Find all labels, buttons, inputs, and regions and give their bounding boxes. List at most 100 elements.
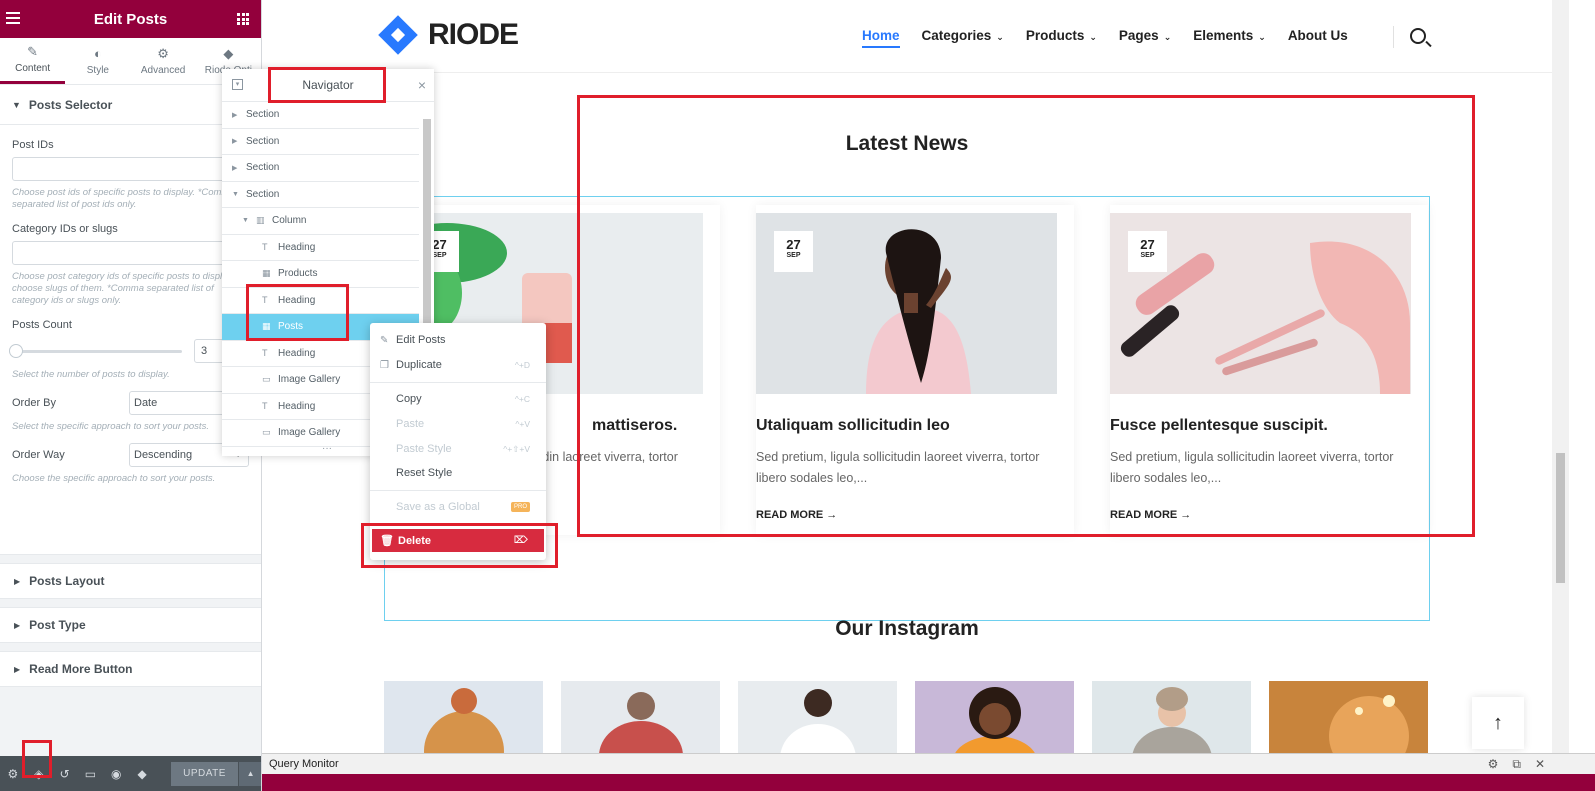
read-more-link[interactable]: READ MORE → xyxy=(756,509,837,521)
caret-down-icon[interactable]: ▼ xyxy=(232,191,242,198)
menu-item-reset-style[interactable]: Reset Style xyxy=(370,461,546,485)
shortcut: ^+C xyxy=(514,394,530,404)
scrollbar-thumb[interactable] xyxy=(1556,453,1565,583)
navigator-item-section[interactable]: ▶ Section xyxy=(222,102,419,129)
read-more-link[interactable]: READ MORE → xyxy=(1110,509,1191,521)
instagram-image[interactable] xyxy=(1269,681,1428,756)
caret-right-icon[interactable]: ▶ xyxy=(232,164,242,172)
navigator-item-label: Section xyxy=(246,162,280,174)
menu-item-paste-style[interactable]: Paste Style ^+⇧+V xyxy=(370,437,546,461)
update-button[interactable]: UPDATE xyxy=(171,761,239,786)
menu-item-save-global[interactable]: Save as a Global PRO xyxy=(370,495,546,519)
menu-label: Paste Style xyxy=(396,443,452,455)
navigator-item-section[interactable]: ▶ Section xyxy=(222,129,419,155)
caret-down-icon[interactable]: ▼ xyxy=(242,217,252,224)
page-scrollbar[interactable] xyxy=(1552,0,1569,756)
grid-icon: ▦ xyxy=(262,321,271,332)
menu-label: Delete xyxy=(398,534,432,547)
menu-item-duplicate[interactable]: ❐ Duplicate ^+D xyxy=(370,353,546,377)
preview-eye-icon[interactable]: ◉ xyxy=(103,756,129,791)
post-card[interactable]: 27 SEP Utaliquam sollicitudin leo Sed pr… xyxy=(756,205,1074,535)
instagram-image[interactable] xyxy=(1092,681,1251,756)
menu-item-delete[interactable]: 🗑 Delete ⌦ xyxy=(372,529,544,552)
arrow-right-icon: → xyxy=(1180,509,1192,521)
category-label: Category IDs or slugs xyxy=(12,223,118,235)
menu-item-edit[interactable]: ✎ Edit Posts xyxy=(370,328,546,352)
riode-diamond-icon[interactable]: ◆ xyxy=(129,756,155,791)
menu-label: Paste xyxy=(396,418,425,430)
post-title[interactable]: mattiseros. xyxy=(592,417,677,435)
popout-icon[interactable]: ⧉ xyxy=(1512,757,1521,772)
site-logo[interactable]: RIODE xyxy=(378,15,519,55)
tab-label: Advanced xyxy=(140,64,186,76)
menu-item-pages[interactable]: Pages ⌄ xyxy=(1119,28,1171,48)
caret-right-icon[interactable]: ▶ xyxy=(232,111,242,119)
menu-label: Reset Style xyxy=(396,467,453,479)
query-monitor-label[interactable]: Query Monitor xyxy=(269,758,339,770)
menu-item-about-us[interactable]: About Us xyxy=(1288,28,1348,48)
navigator-item-heading[interactable]: T Heading xyxy=(222,288,419,314)
search-icon[interactable] xyxy=(1410,28,1426,44)
post-card[interactable]: 27 SEP Fusce pellentesque suscipit. Sed … xyxy=(1110,205,1428,535)
navigator-item-heading[interactable]: T Heading xyxy=(222,235,419,261)
back-to-top-button[interactable]: ↑ xyxy=(1472,697,1524,749)
post-title[interactable]: Utaliquam sollicitudin leo xyxy=(756,417,950,435)
resize-handle-icon[interactable]: ··· xyxy=(322,443,332,454)
category-help: Choose post category ids of specific pos… xyxy=(12,271,244,306)
close-icon[interactable]: ✕ xyxy=(1535,757,1545,772)
post-ids-input[interactable] xyxy=(12,157,252,181)
menu-item-copy[interactable]: Copy ^+C xyxy=(370,387,546,411)
settings-gear-icon[interactable]: ⚙ xyxy=(0,756,26,791)
navigator-item-label: Section xyxy=(246,135,280,147)
posts-count-slider[interactable] xyxy=(9,343,182,358)
caret-right-icon[interactable]: ▶ xyxy=(232,137,242,145)
history-icon[interactable]: ↺ xyxy=(52,756,78,791)
shortcut: ^+⇧+V xyxy=(503,443,530,454)
gear-icon[interactable]: ⚙ xyxy=(1488,757,1499,772)
collapse-all-icon[interactable]: ▾ xyxy=(232,79,243,90)
post-date-badge: 27 SEP xyxy=(1128,231,1167,272)
menu-item-home[interactable]: Home xyxy=(862,28,900,48)
menu-item-paste[interactable]: Paste ^+V xyxy=(370,412,546,436)
navigator-item-label: Products xyxy=(278,268,318,280)
category-input[interactable] xyxy=(12,241,252,265)
read-more-label: READ MORE xyxy=(1110,509,1178,521)
menu-item-elements[interactable]: Elements ⌄ xyxy=(1193,28,1266,48)
menu-divider xyxy=(370,382,546,383)
navigator-item-section[interactable]: ▶ Section xyxy=(222,155,419,182)
post-excerpt: Sed pretium, ligula sollicitudin laoreet… xyxy=(1110,450,1394,485)
navigator-item-section[interactable]: ▼ Section xyxy=(222,182,419,208)
navigator-item-products[interactable]: ▦ Products xyxy=(222,261,419,288)
instagram-image[interactable] xyxy=(738,681,897,756)
section-posts-layout[interactable]: ▶ Posts Layout xyxy=(0,563,261,599)
chevron-up-icon[interactable]: ▲ xyxy=(239,761,261,786)
arrow-right-icon: → xyxy=(826,509,838,521)
instagram-image[interactable] xyxy=(384,681,543,756)
navigator-layers-icon[interactable]: ◈ xyxy=(26,756,52,791)
shortcut: ^+V xyxy=(515,419,530,429)
post-title[interactable]: Fusce pellentesque suscipit. xyxy=(1110,417,1328,435)
navigator-header: ▾ Navigator × xyxy=(222,69,434,102)
tab-style[interactable]: ◐ Style xyxy=(65,38,130,84)
hamburger-menu-icon[interactable] xyxy=(6,12,20,24)
navigator-item-column[interactable]: ▼ ▥ Column xyxy=(222,208,419,235)
site-header: RIODE Home Categories ⌄ Products ⌄ Pages ⌄ … xyxy=(262,0,1552,73)
menu-item-products[interactable]: Products ⌄ xyxy=(1026,28,1097,48)
tab-content[interactable]: ✎ Content xyxy=(0,38,66,84)
gear-icon: ⚙ xyxy=(157,45,169,61)
tab-advanced[interactable]: ⚙ Advanced xyxy=(131,38,196,84)
menu-item-categories[interactable]: Categories ⌄ xyxy=(922,28,1004,48)
navigator-item-label: Section xyxy=(246,109,280,121)
instagram-image[interactable] xyxy=(561,681,720,756)
instagram-image[interactable] xyxy=(915,681,1074,756)
post-ids-label: Post IDs xyxy=(12,139,54,151)
slider-handle[interactable] xyxy=(9,343,23,358)
section-read-more-button[interactable]: ▶ Read More Button xyxy=(0,651,261,687)
close-icon[interactable]: × xyxy=(418,77,426,93)
responsive-icon[interactable]: ▭ xyxy=(78,756,104,791)
panel-title: Edit Posts xyxy=(93,10,168,28)
menu-label: Products xyxy=(1025,28,1085,43)
section-post-type[interactable]: ▶ Post Type xyxy=(0,607,261,643)
date-day: 27 xyxy=(786,237,801,252)
widgets-grid-icon[interactable] xyxy=(237,13,249,25)
